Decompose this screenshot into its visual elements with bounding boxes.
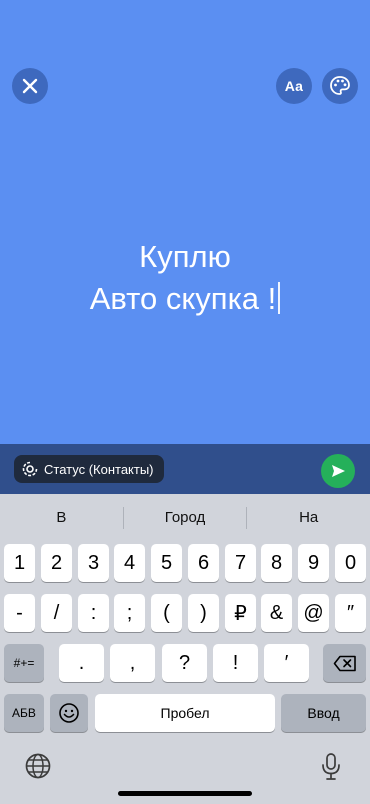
suggestion-bar: В Город На — [0, 502, 370, 534]
globe-button[interactable] — [24, 752, 52, 785]
key[interactable]: 1 — [4, 544, 35, 582]
color-button[interactable] — [322, 68, 358, 104]
key[interactable]: ″ — [335, 594, 366, 632]
key[interactable]: 7 — [225, 544, 256, 582]
status-line-2-text: Авто скупка ! — [89, 281, 277, 316]
home-indicator — [118, 791, 252, 796]
key[interactable]: . — [59, 644, 104, 682]
send-button[interactable] — [321, 454, 355, 488]
status-text[interactable]: Куплю Авто скупка ! — [0, 236, 370, 320]
privacy-ring-icon — [22, 461, 38, 477]
mic-icon — [322, 753, 340, 780]
close-icon — [22, 78, 38, 94]
key[interactable]: 3 — [78, 544, 109, 582]
close-button[interactable] — [12, 68, 48, 104]
key[interactable]: 8 — [261, 544, 292, 582]
key[interactable]: 0 — [335, 544, 366, 582]
key[interactable]: 4 — [114, 544, 145, 582]
font-button[interactable]: Aa — [276, 68, 312, 104]
key[interactable]: ? — [162, 644, 207, 682]
key[interactable]: , — [110, 644, 155, 682]
font-button-label: Aa — [284, 78, 304, 94]
keyboard: В Город На 1 2 3 4 5 6 7 8 9 0 - / : ; (… — [0, 494, 370, 804]
key[interactable]: - — [4, 594, 35, 632]
key[interactable]: 2 — [41, 544, 72, 582]
enter-key[interactable]: Ввод — [281, 694, 366, 732]
key[interactable]: @ — [298, 594, 329, 632]
suggestion-item[interactable]: В — [0, 502, 123, 534]
privacy-label: Статус (Контакты) — [44, 461, 154, 477]
key[interactable]: 5 — [151, 544, 182, 582]
key[interactable]: ! — [213, 644, 258, 682]
key[interactable]: ′ — [264, 644, 309, 682]
status-canvas[interactable]: Aa Куплю Авто скупка ! — [0, 0, 370, 444]
send-icon — [332, 465, 345, 477]
emoji-icon — [59, 703, 79, 723]
key[interactable]: ) — [188, 594, 219, 632]
emoji-key[interactable] — [50, 694, 88, 732]
bottom-bar: Статус (Контакты) — [0, 444, 370, 494]
backspace-icon — [333, 655, 356, 671]
space-key[interactable]: Пробел — [95, 694, 275, 732]
key[interactable]: ( — [151, 594, 182, 632]
language-key[interactable]: АБВ — [4, 694, 44, 732]
suggestion-item[interactable]: Город — [124, 502, 247, 534]
status-line-1: Куплю — [139, 239, 231, 274]
privacy-button[interactable]: Статус (Контакты) — [14, 455, 164, 483]
symbols-toggle-key[interactable]: #+= — [4, 644, 44, 682]
text-cursor — [278, 282, 281, 314]
globe-icon — [25, 753, 51, 779]
dictation-button[interactable] — [320, 752, 342, 787]
key[interactable]: : — [78, 594, 109, 632]
key[interactable]: ; — [114, 594, 145, 632]
backspace-key[interactable] — [323, 644, 366, 682]
key[interactable]: 6 — [188, 544, 219, 582]
suggestion-item[interactable]: На — [247, 502, 370, 534]
key[interactable]: 9 — [298, 544, 329, 582]
palette-icon — [330, 76, 350, 95]
key[interactable]: ₽ — [225, 594, 256, 632]
key[interactable]: / — [41, 594, 72, 632]
status-line-2: Авто скупка ! — [0, 278, 370, 320]
key[interactable]: & — [261, 594, 292, 632]
